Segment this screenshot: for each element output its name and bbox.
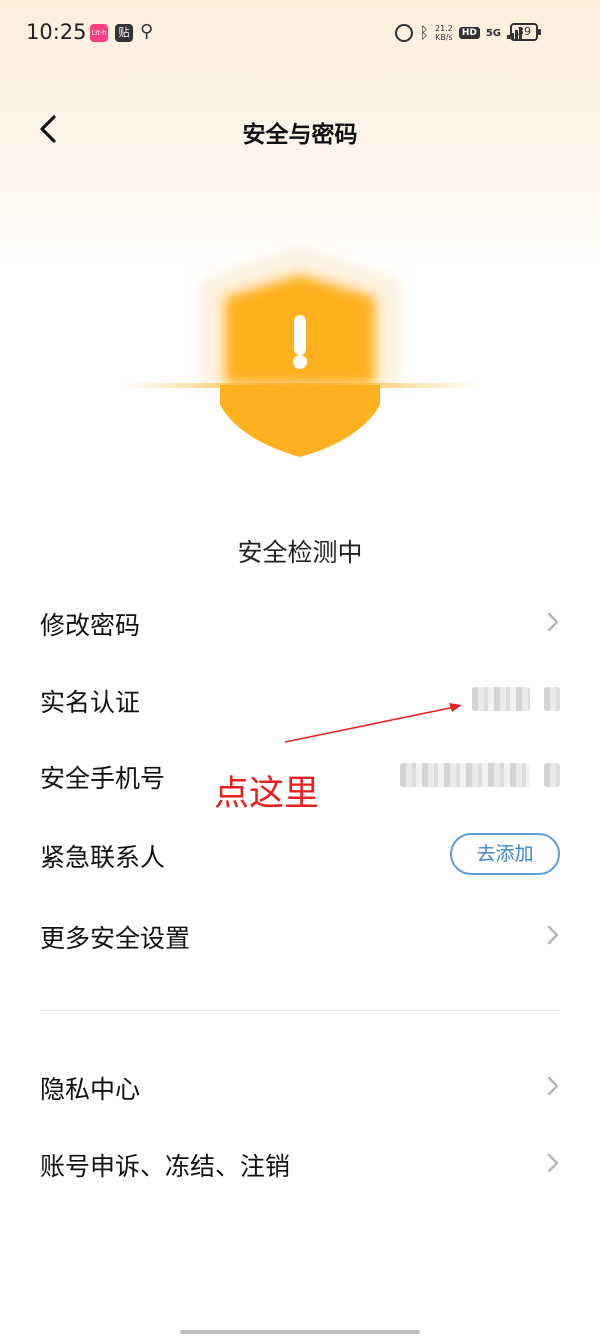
- security-shield: [120, 235, 480, 475]
- bluetooth-icon: ᛒ: [419, 23, 429, 42]
- row-label: 账号申诉、冻结、注销: [40, 1152, 291, 1181]
- status-icons: ᛒ 21.2 KB/s HD 5G: [395, 24, 522, 42]
- row-account-appeal-freeze-cancel[interactable]: 账号申诉、冻结、注销: [40, 1129, 560, 1199]
- annotation-text: 点这里: [214, 774, 320, 814]
- lit-app-icon: Lit·h: [90, 24, 108, 42]
- net-speed: 21.2 KB/s: [435, 24, 453, 42]
- row-label: 实名认证: [40, 688, 141, 717]
- chevron-right-icon: [546, 921, 560, 949]
- row-label: 更多安全设置: [40, 924, 191, 953]
- redacted-chevron: [544, 763, 560, 787]
- page-title: 安全与密码: [242, 122, 358, 148]
- hd-icon: HD: [458, 27, 480, 39]
- alarm-icon: [395, 24, 414, 42]
- row-label: 修改密码: [40, 611, 141, 640]
- home-indicator[interactable]: [180, 1330, 420, 1334]
- detect-status: 安全检测中: [237, 538, 363, 567]
- row-label: 安全手机号: [40, 764, 166, 793]
- row-privacy-center[interactable]: 隐私中心: [40, 1052, 560, 1122]
- row-emergency-contact[interactable]: 紧急联系人 去添加: [40, 820, 560, 890]
- usb-icon: ⚲: [140, 21, 154, 42]
- chevron-right-icon: [546, 1072, 560, 1100]
- row-label: 紧急联系人: [40, 843, 166, 872]
- header: 安全与密码: [0, 95, 600, 167]
- shield-warning-icon: [120, 245, 480, 457]
- battery-icon: 39: [510, 23, 541, 41]
- row-more-security-settings[interactable]: 更多安全设置: [40, 901, 560, 971]
- redacted-phone-number: [400, 763, 530, 787]
- divider: [40, 1010, 560, 1011]
- status-bar: 10:25 Lit·h 贴 ⚲ ᛒ 21.2 KB/s HD 5G 39: [0, 0, 600, 70]
- network-type: 5G: [485, 27, 501, 39]
- status-time: 10:25: [26, 20, 87, 44]
- chevron-right-icon: [546, 1149, 560, 1177]
- add-contact-button[interactable]: 去添加: [450, 833, 560, 875]
- row-label: 隐私中心: [40, 1075, 141, 1104]
- chevron-right-icon: [546, 608, 560, 636]
- row-change-password[interactable]: 修改密码: [40, 588, 560, 658]
- redacted-chevron: [544, 687, 560, 711]
- row-real-name-verification[interactable]: 实名认证: [40, 665, 560, 735]
- redacted-value: [472, 687, 530, 711]
- tie-app-icon: 贴: [115, 24, 133, 42]
